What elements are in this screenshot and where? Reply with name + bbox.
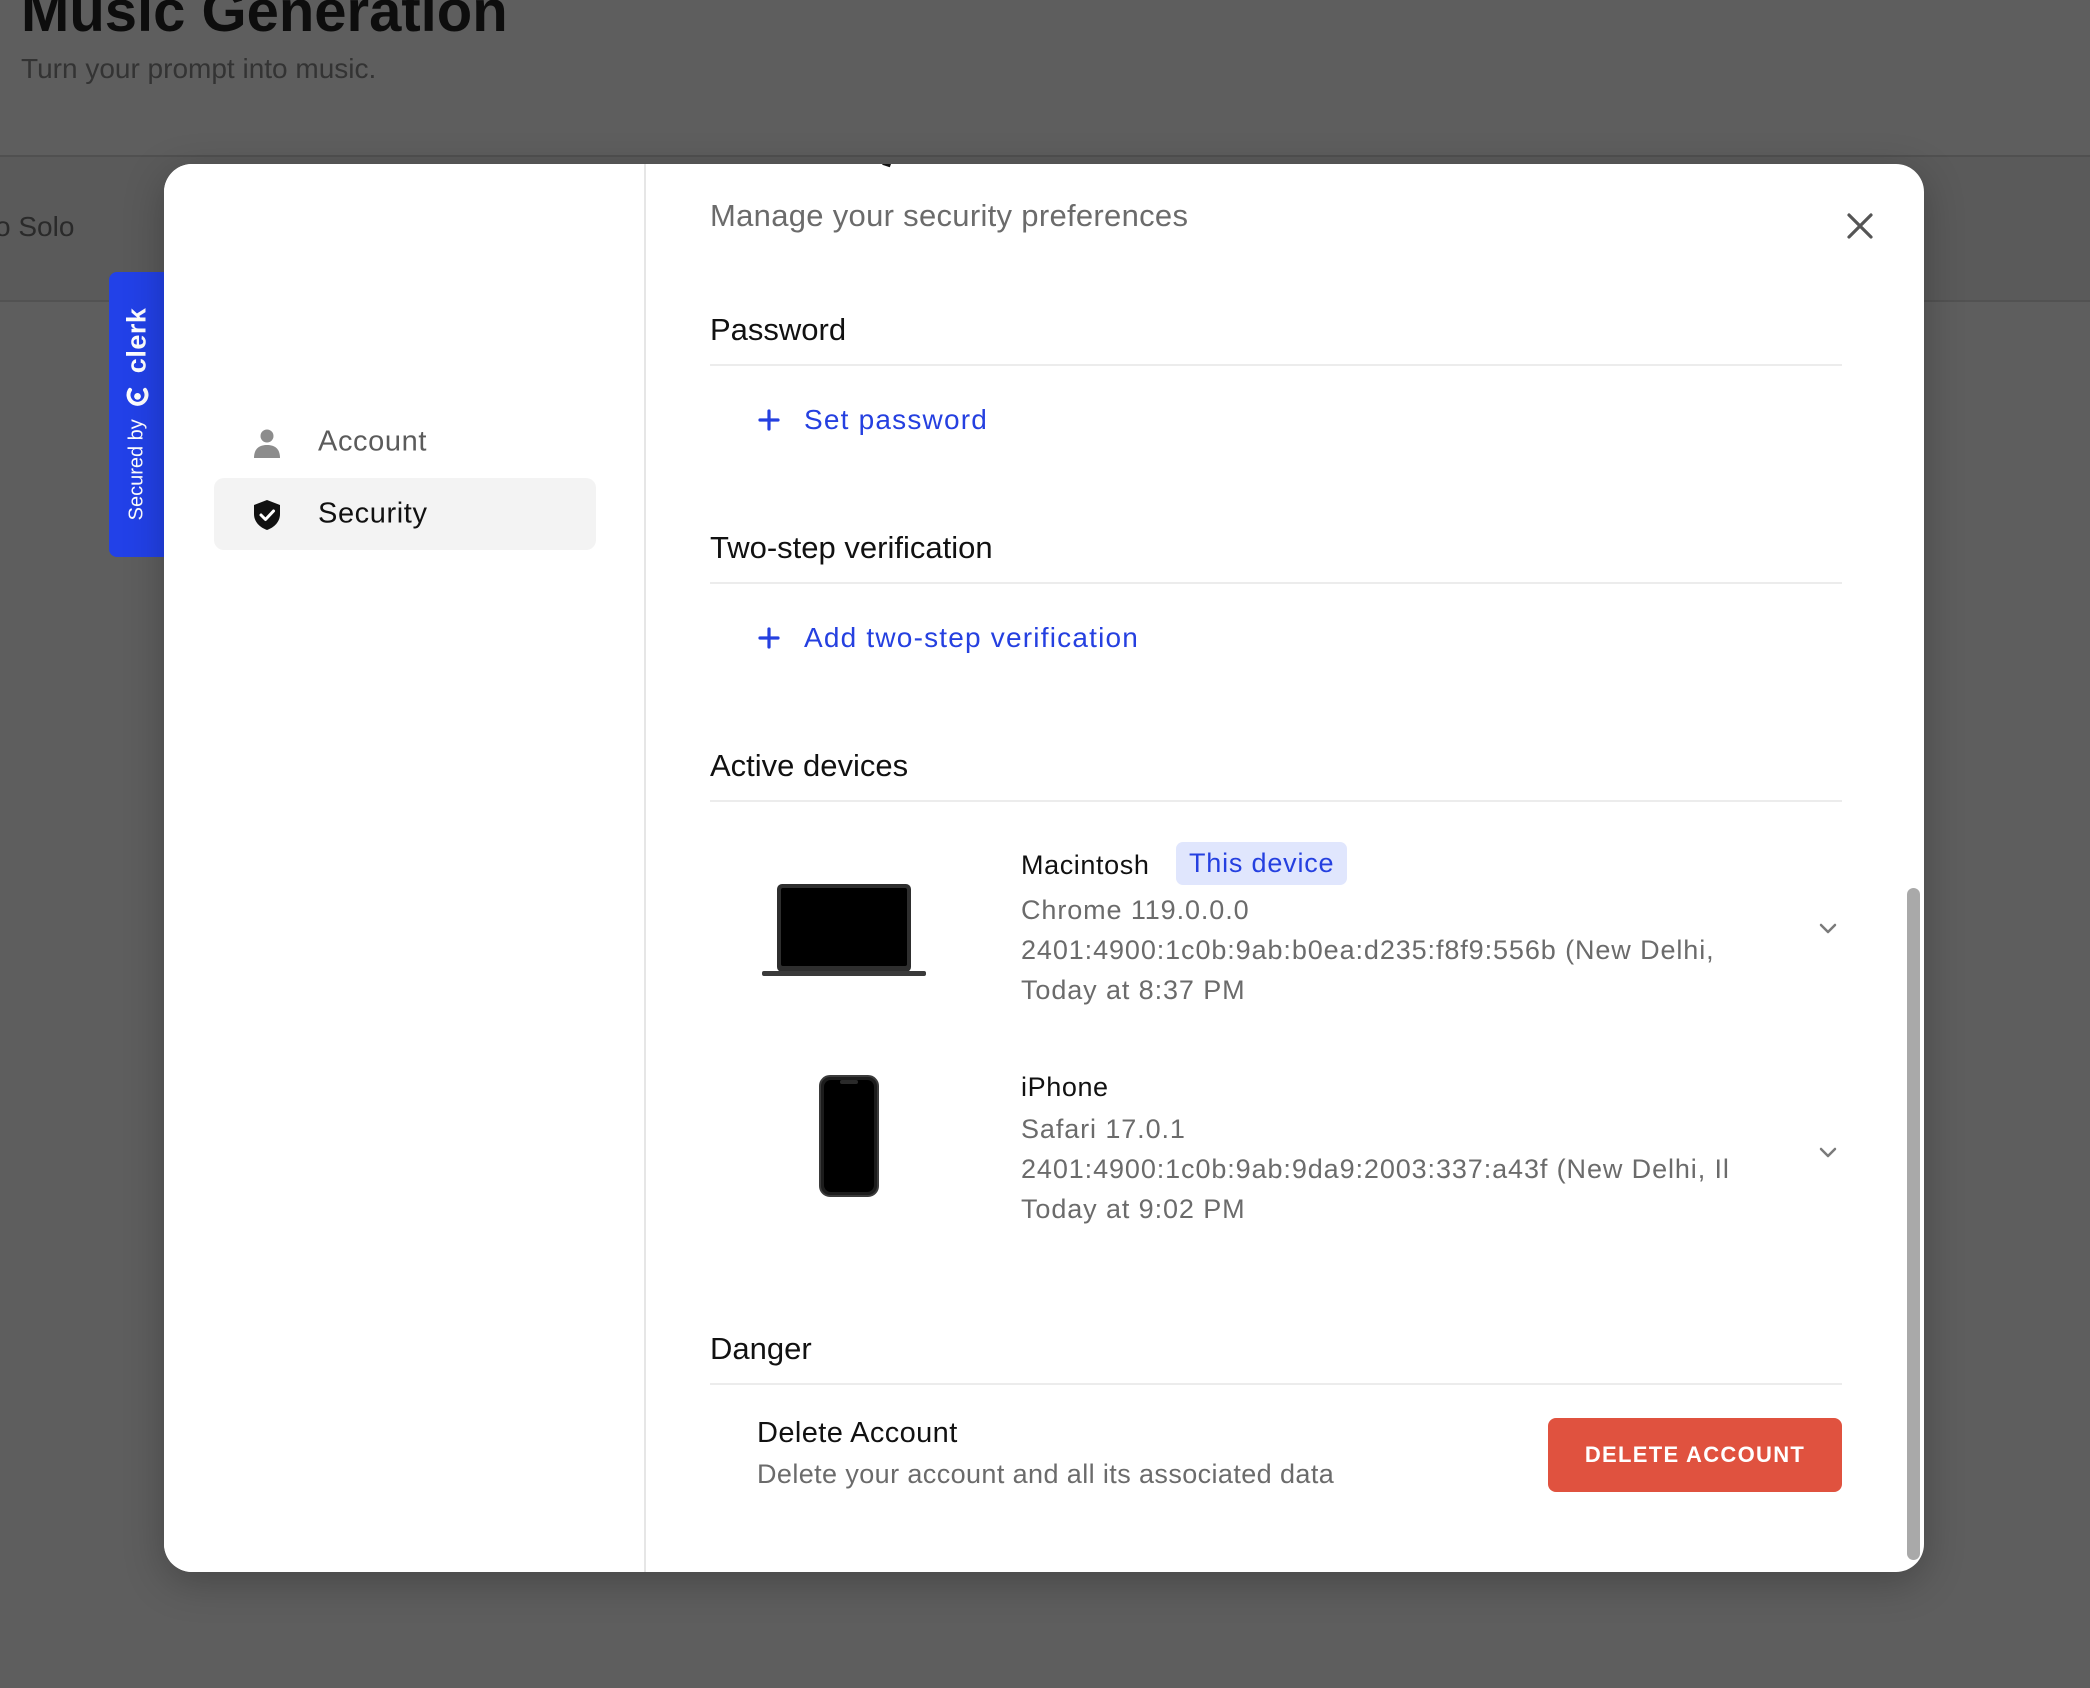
device-last-active: Today at 9:02 PM bbox=[1021, 1194, 1246, 1224]
user-icon bbox=[250, 426, 284, 460]
sidebar-item-label: Security bbox=[318, 497, 428, 530]
danger-section-title: Danger bbox=[710, 1331, 812, 1366]
close-button[interactable] bbox=[1840, 206, 1880, 246]
section-divider bbox=[710, 800, 1842, 802]
section-divider bbox=[710, 364, 1842, 366]
device-name: Macintosh bbox=[1021, 850, 1150, 880]
device-row-macintosh[interactable]: Macintosh This device Chrome 119.0.0.0 2… bbox=[710, 840, 1842, 1020]
secured-by-clerk-badge[interactable]: Secured by clerk bbox=[109, 272, 165, 557]
user-profile-modal: Account Security Manage your security pr… bbox=[164, 164, 1924, 1572]
shield-check-icon bbox=[250, 498, 284, 532]
phone-icon bbox=[818, 1074, 880, 1203]
device-ip-location: 2401:4900:1c0b:9ab:9da9:2003:337:a43f (N… bbox=[1021, 1154, 1730, 1184]
device-browser: Safari 17.0.1 bbox=[1021, 1114, 1186, 1144]
close-icon bbox=[1847, 213, 1873, 239]
background-header: Music Generation Turn your prompt into m… bbox=[0, 0, 2090, 157]
scrolled-title-fragment bbox=[874, 164, 914, 174]
clerk-brand-label: clerk bbox=[121, 307, 152, 374]
background-tab-label: o Solo bbox=[0, 211, 75, 242]
two-step-section-title: Two-step verification bbox=[710, 530, 993, 565]
clerk-logo-icon bbox=[124, 383, 150, 409]
page-title: Music Generation bbox=[21, 0, 508, 44]
security-content: Manage your security preferences Passwor… bbox=[646, 164, 1924, 1572]
device-row-iphone[interactable]: iPhone Safari 17.0.1 2401:4900:1c0b:9ab:… bbox=[710, 1064, 1842, 1244]
device-browser: Chrome 119.0.0.0 bbox=[1021, 895, 1250, 925]
password-section-title: Password bbox=[710, 312, 847, 347]
sidebar-item-account[interactable]: Account bbox=[214, 406, 596, 478]
section-divider bbox=[710, 1383, 1842, 1385]
this-device-badge: This device bbox=[1176, 842, 1348, 885]
plus-icon bbox=[758, 627, 780, 649]
page-subtitle: Turn your prompt into music. bbox=[21, 53, 377, 84]
device-ip-location: 2401:4900:1c0b:9ab:b0ea:d235:f8f9:556b (… bbox=[1021, 935, 1715, 965]
device-name: iPhone bbox=[1021, 1072, 1109, 1102]
sidebar-item-security[interactable]: Security bbox=[214, 478, 596, 550]
section-divider bbox=[710, 582, 1842, 584]
chevron-down-icon[interactable] bbox=[1816, 916, 1840, 940]
set-password-label: Set password bbox=[804, 404, 989, 435]
sidebar-item-label: Account bbox=[318, 425, 427, 458]
chevron-down-icon[interactable] bbox=[1816, 1140, 1840, 1164]
delete-account-title: Delete Account bbox=[757, 1417, 958, 1449]
plus-icon bbox=[758, 409, 780, 431]
modal-sidebar: Account Security bbox=[164, 164, 646, 1572]
scrollbar-thumb[interactable] bbox=[1907, 888, 1920, 1560]
laptop-icon bbox=[762, 882, 926, 985]
delete-account-description: Delete your account and all its associat… bbox=[757, 1459, 1335, 1489]
section-subtitle: Manage your security preferences bbox=[710, 198, 1189, 233]
device-last-active: Today at 8:37 PM bbox=[1021, 975, 1246, 1005]
secured-by-label: Secured by bbox=[125, 419, 148, 521]
devices-section-title: Active devices bbox=[710, 748, 909, 783]
set-password-button[interactable]: Set password bbox=[758, 400, 988, 440]
add-two-step-label: Add two-step verification bbox=[804, 622, 1140, 653]
delete-account-button[interactable]: DELETE ACCOUNT bbox=[1548, 1418, 1842, 1492]
add-two-step-button[interactable]: Add two-step verification bbox=[758, 618, 1139, 658]
